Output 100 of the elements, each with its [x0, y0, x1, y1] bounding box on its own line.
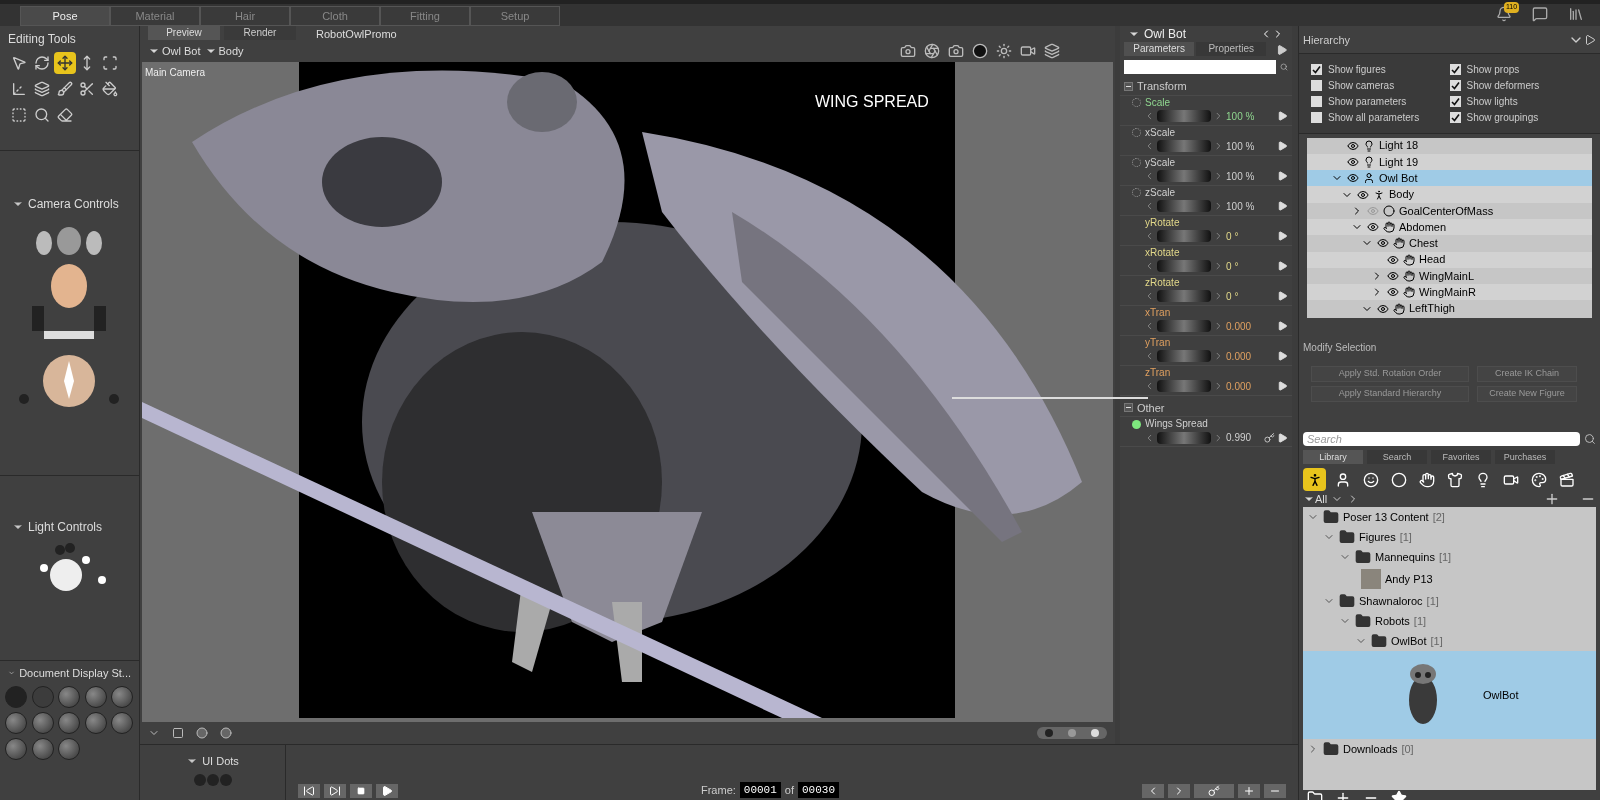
hierarchy-row[interactable]: Owl Bot — [1307, 170, 1592, 187]
render-style-button[interactable] — [31, 737, 54, 760]
library-icon[interactable] — [1568, 6, 1584, 22]
layers-icon[interactable] — [1044, 43, 1060, 59]
camera-icon[interactable] — [948, 43, 964, 59]
sun-icon[interactable] — [996, 43, 1012, 59]
parameter-value[interactable]: 0.000 — [1226, 378, 1263, 394]
parameter-dial[interactable] — [1156, 230, 1212, 242]
menu-arrow-icon[interactable] — [1277, 320, 1288, 332]
actor-menu[interactable]: Body — [204, 42, 244, 60]
video-camera-icon[interactable] — [1020, 43, 1036, 59]
keyframe-button[interactable] — [1194, 784, 1234, 798]
eye-icon[interactable] — [1377, 237, 1389, 250]
filter-menu[interactable]: All — [1303, 490, 1328, 508]
eye-icon[interactable] — [1377, 302, 1389, 315]
parameters-tab[interactable]: Parameters — [1124, 42, 1195, 56]
library-item[interactable]: Andy P13 — [1303, 567, 1596, 591]
parameter-value[interactable]: 0.000 — [1226, 318, 1263, 334]
parameter-value[interactable]: 100 % — [1226, 198, 1263, 214]
parameter-dial[interactable] — [1156, 140, 1212, 152]
menu-arrow-icon[interactable] — [1277, 110, 1288, 122]
remove-key-button[interactable] — [1264, 784, 1286, 798]
checkbox[interactable] — [1449, 95, 1461, 107]
parameter-value[interactable]: 100 % — [1226, 138, 1263, 154]
library-tab[interactable]: Favorites — [1431, 450, 1491, 464]
render-style-button[interactable] — [58, 737, 81, 760]
library-folder[interactable]: Figures [1] — [1303, 527, 1596, 547]
library-tab[interactable]: Purchases — [1495, 450, 1555, 464]
render-style-button[interactable] — [84, 711, 107, 734]
camera-icon[interactable] — [900, 43, 916, 59]
render-style-button[interactable] — [31, 711, 54, 734]
search-icon[interactable] — [1280, 61, 1288, 73]
parameter-value[interactable]: 100 % — [1226, 108, 1263, 124]
checkbox[interactable] — [1311, 111, 1322, 123]
menu-arrow-icon[interactable] — [1277, 230, 1288, 242]
render-style-button[interactable] — [58, 685, 81, 708]
parameter-value[interactable]: 0 ° — [1226, 228, 1263, 244]
eye-icon[interactable] — [1347, 139, 1359, 152]
parameter-value[interactable]: 0.000 — [1226, 348, 1263, 364]
parameters-tab[interactable]: Properties — [1196, 42, 1267, 56]
stop-button[interactable] — [350, 784, 372, 798]
sphere-icon[interactable] — [220, 727, 232, 739]
parameter-value[interactable]: 0.990 — [1226, 430, 1263, 445]
eye-icon[interactable] — [1387, 286, 1399, 299]
checkbox[interactable] — [1449, 63, 1461, 75]
tool-button[interactable] — [53, 52, 76, 74]
parameter-value[interactable]: 0 ° — [1226, 258, 1263, 274]
render-style-button[interactable] — [5, 737, 27, 760]
menu-arrow-icon[interactable] — [1277, 290, 1288, 302]
total-frames-field[interactable]: 00030 — [798, 781, 840, 798]
eye-icon[interactable] — [1387, 270, 1399, 282]
group-toggle[interactable] — [1124, 81, 1133, 91]
eye-icon[interactable] — [1347, 172, 1359, 185]
eye-icon[interactable] — [1357, 188, 1369, 201]
parameter-dial[interactable] — [1156, 290, 1212, 302]
checkbox[interactable] — [1449, 111, 1461, 123]
render-style-button[interactable] — [111, 711, 134, 734]
menu-arrow-icon[interactable] — [1277, 170, 1288, 182]
render-style-button[interactable] — [58, 711, 81, 734]
search-field[interactable] — [1124, 60, 1276, 74]
parameter-dial[interactable] — [1156, 170, 1212, 182]
parameter-dial[interactable] — [1156, 110, 1212, 122]
menu-arrow-icon[interactable] — [1277, 431, 1288, 444]
library-folder[interactable]: Shawnaloroc [1] — [1303, 591, 1596, 611]
render-style-button[interactable] — [84, 685, 107, 708]
menu-arrow-icon[interactable] — [1277, 140, 1288, 152]
viewport-tab[interactable]: Preview — [148, 26, 220, 40]
eye-icon[interactable] — [1347, 155, 1359, 168]
render-style-button[interactable] — [111, 685, 134, 708]
viewport-canvas[interactable]: Main Camera WING SPREAD — [142, 62, 1113, 722]
square-icon[interactable] — [172, 727, 184, 739]
menu-arrow-icon[interactable] — [1277, 380, 1288, 392]
eye-icon[interactable] — [1367, 221, 1379, 234]
message-icon[interactable] — [1532, 6, 1548, 22]
checkbox[interactable] — [1311, 79, 1322, 91]
aperture-icon[interactable] — [924, 43, 940, 59]
library-folder[interactable]: Mannequins [1] — [1303, 547, 1596, 567]
search-field[interactable]: Search — [1303, 432, 1581, 446]
library-folder[interactable]: Robots [1] — [1303, 611, 1596, 631]
checkbox[interactable] — [1311, 63, 1322, 75]
mode-tab[interactable]: Pose — [20, 6, 110, 26]
parameter-dial[interactable] — [1156, 350, 1212, 362]
current-frame-field[interactable]: 00001 — [739, 781, 781, 798]
parameter-dial[interactable] — [1156, 260, 1212, 272]
circle-icon[interactable] — [972, 43, 988, 59]
search-icon[interactable] — [1584, 433, 1596, 445]
sphere-icon[interactable] — [196, 727, 208, 739]
hierarchy-row[interactable]: WingMainR — [1307, 284, 1592, 301]
menu-arrow-icon[interactable] — [1276, 44, 1288, 56]
library-tab[interactable]: Search — [1367, 450, 1427, 464]
parameter-dial[interactable] — [1156, 431, 1212, 444]
first-frame-button[interactable] — [298, 784, 320, 798]
color-swatch-bar[interactable] — [1037, 727, 1107, 739]
library-folder[interactable]: OwlBot [1] — [1303, 631, 1596, 651]
parameter-dial[interactable] — [1156, 200, 1212, 212]
library-item[interactable]: OwlBot — [1303, 651, 1596, 739]
library-folder[interactable]: Poser 13 Content [2] — [1303, 507, 1596, 527]
menu-arrow-icon[interactable] — [1277, 350, 1288, 362]
group-toggle[interactable] — [1124, 403, 1133, 413]
add-key-button[interactable] — [1238, 784, 1260, 798]
